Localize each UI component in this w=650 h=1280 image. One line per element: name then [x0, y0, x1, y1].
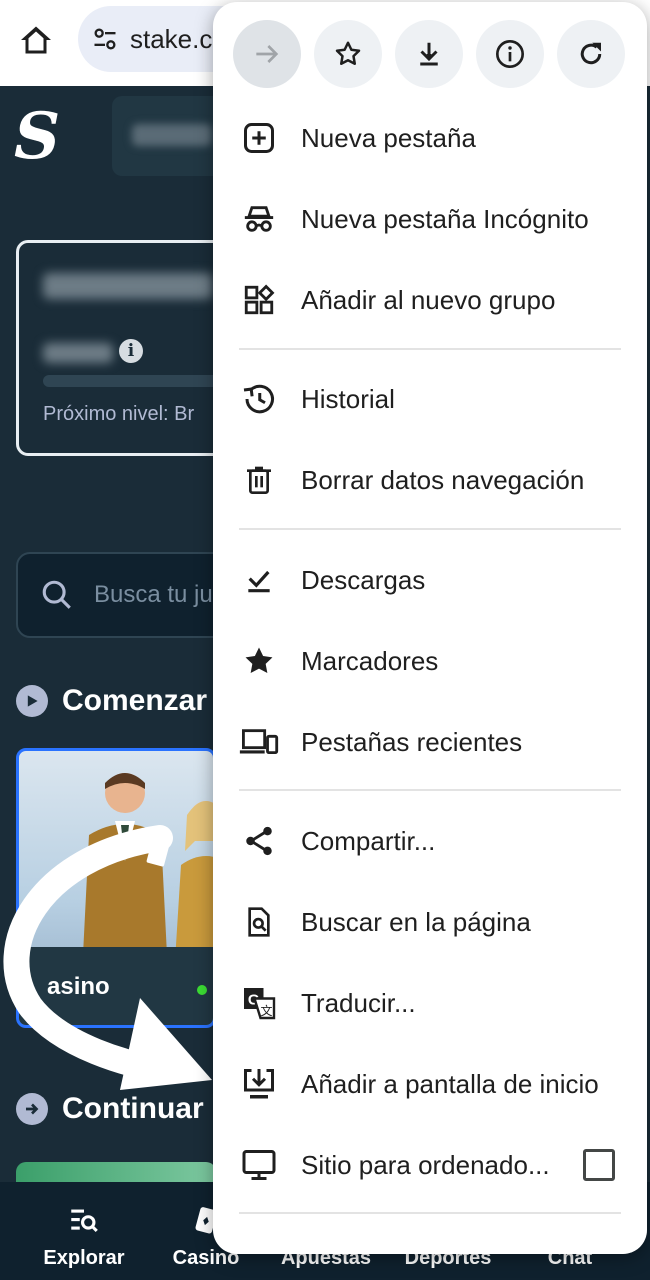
downloads-check-icon [239, 560, 279, 600]
progress-percent-blurred [43, 343, 113, 363]
menu-item-new-tab[interactable]: Nueva pestaña [213, 100, 647, 176]
plus-box-icon [239, 118, 279, 158]
menu-divider [239, 1212, 621, 1214]
browser-overflow-menu: Nueva pestaña Nueva pestaña Incógnito Añ… [213, 2, 647, 1254]
card-label: asino [47, 973, 110, 1000]
desktop-icon [239, 1145, 279, 1185]
url-text: stake.c [130, 23, 213, 54]
menu-item-downloads[interactable]: Descargas [213, 542, 647, 618]
reload-button[interactable] [557, 20, 625, 88]
home-button[interactable] [14, 18, 58, 62]
menu-divider [239, 348, 621, 350]
nav-explorar[interactable]: Explorar [24, 1182, 144, 1280]
download-page-button[interactable] [395, 20, 463, 88]
devices-icon [239, 722, 279, 762]
stake-logo[interactable]: S [14, 102, 60, 172]
menu-item-translate[interactable]: G文 Traducir... [213, 965, 647, 1041]
play-icon [16, 685, 48, 717]
live-indicator [197, 985, 207, 995]
desktop-site-checkbox[interactable] [583, 1149, 615, 1181]
info-icon [496, 40, 524, 68]
star-filled-icon [239, 641, 279, 681]
add-to-home-icon [239, 1064, 279, 1104]
download-icon [420, 42, 438, 66]
info-icon[interactable]: i [119, 339, 143, 363]
history-icon [239, 379, 279, 419]
site-settings-icon[interactable] [90, 24, 120, 54]
menu-item-incognito[interactable]: Nueva pestaña Incógnito [213, 181, 647, 257]
share-icon [239, 821, 279, 861]
forward-button[interactable] [233, 20, 301, 88]
menu-divider [239, 789, 621, 791]
find-in-page-icon [239, 902, 279, 942]
page-info-button[interactable] [476, 20, 544, 88]
next-level-text: Próximo nivel: Br [43, 403, 195, 425]
incognito-icon [239, 199, 279, 239]
refresh-icon [580, 42, 602, 65]
section-title-continue: Continuar [16, 1092, 204, 1126]
trash-icon [239, 460, 279, 500]
menu-divider [239, 528, 621, 530]
star-outline-icon [335, 41, 361, 65]
menu-item-recent-tabs[interactable]: Pestañas recientes [213, 704, 647, 780]
section-title-start: Comenzar [16, 684, 207, 718]
live-casino-card[interactable]: asino [16, 748, 216, 1028]
menu-item-find-in-page[interactable]: Buscar en la página [213, 884, 647, 960]
username-blurred [43, 273, 213, 299]
tab-group-icon [239, 280, 279, 320]
home-icon [21, 26, 51, 54]
menu-item-desktop-site[interactable]: Sitio para ordenado... [213, 1127, 647, 1203]
menu-toolbar [233, 20, 633, 92]
menu-item-history[interactable]: Historial [213, 361, 647, 437]
menu-item-add-to-group[interactable]: Añadir al nuevo grupo [213, 262, 647, 338]
menu-item-share[interactable]: Compartir... [213, 803, 647, 879]
menu-item-bookmarks[interactable]: Marcadores [213, 623, 647, 699]
translate-icon: G文 [239, 983, 279, 1023]
bookmark-button[interactable] [314, 20, 382, 88]
arrow-forward-icon [256, 45, 279, 63]
menu-item-add-to-home[interactable]: Añadir a pantalla de inicio [213, 1046, 647, 1122]
dealer-image-2 [175, 801, 213, 961]
search-list-icon [66, 1203, 102, 1239]
arrow-right-circle-icon [16, 1093, 48, 1125]
svg-text:文: 文 [260, 1003, 272, 1018]
dealer-image [83, 773, 170, 955]
menu-item-clear-data[interactable]: Borrar datos navegación [213, 442, 647, 518]
search-placeholder: Busca tu ju [94, 581, 213, 608]
search-icon [42, 580, 71, 609]
